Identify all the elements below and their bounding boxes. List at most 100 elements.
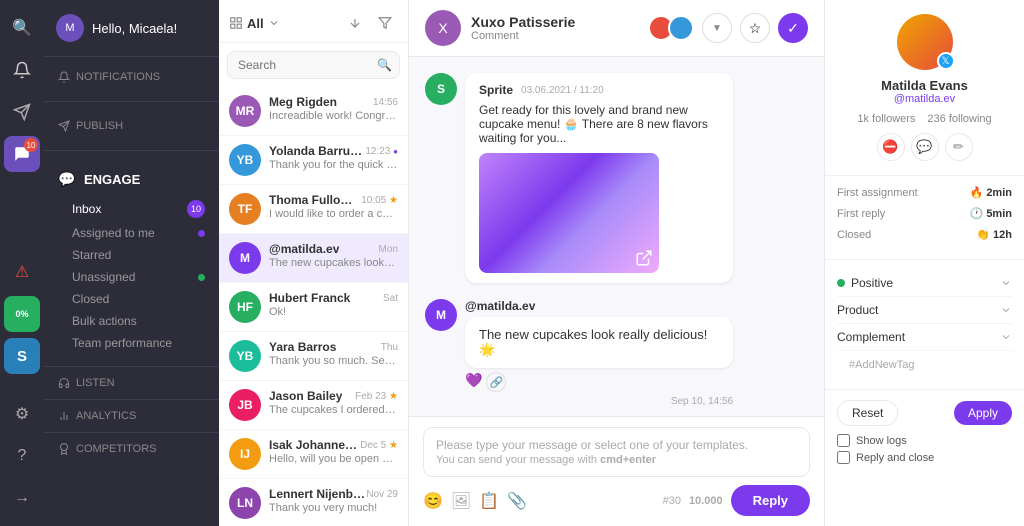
- conv-item[interactable]: HF Hubert FranckSat Ok!: [219, 283, 408, 332]
- conv-header-icons: [342, 10, 398, 36]
- tag-row-product[interactable]: Product: [837, 297, 1012, 324]
- nav-competitors-header[interactable]: COMPETITORS: [44, 437, 219, 461]
- conv-time: Nov 29: [366, 489, 398, 500]
- nav-bulk-actions[interactable]: Bulk actions: [44, 310, 219, 332]
- chevron-down-icon: [1000, 304, 1012, 316]
- profile-action-btn-3[interactable]: ✏: [945, 133, 973, 161]
- nav-unassigned[interactable]: Unassigned: [44, 266, 219, 288]
- nav-notifications-section: NOTIFICATIONS: [44, 57, 219, 97]
- conv-avatar: LN: [229, 487, 261, 519]
- header-avatar-2: [668, 15, 694, 41]
- image-icon[interactable]: 🖼: [451, 491, 471, 511]
- conv-item[interactable]: YB Yolanda Barrueco12:23 ● Thank you for…: [219, 136, 408, 185]
- help-icon[interactable]: ?: [4, 438, 40, 474]
- char-count: #30: [663, 495, 681, 507]
- conv-preview: Hello, will you be open during the holi.…: [269, 453, 398, 465]
- conv-time: Mon: [379, 244, 398, 255]
- nav-team-performance[interactable]: Team performance: [44, 332, 219, 354]
- conv-item[interactable]: IJ Isak JohannessenDec 5 ★ Hello, will y…: [219, 430, 408, 479]
- profile-action-btn-1[interactable]: ⛔: [877, 133, 905, 161]
- conv-filter-all[interactable]: All: [229, 16, 336, 31]
- tags-section: Positive Product Complement #AddNewTag: [825, 260, 1024, 390]
- conv-preview: I would like to order a chocolate cake..…: [269, 208, 398, 220]
- conv-item[interactable]: JB Jason BaileyFeb 23 ★ The cupcakes I o…: [219, 381, 408, 430]
- nav-analytics-header[interactable]: ANALYTICS: [44, 404, 219, 428]
- conv-item[interactable]: TF Thoma Fulloway10:05 ★ I would like to…: [219, 185, 408, 234]
- reaction-heart: 💜: [465, 372, 482, 392]
- conv-preview: Thank you very much!: [269, 502, 398, 514]
- sidebar-publish[interactable]: [4, 94, 40, 130]
- sidebar-s[interactable]: S: [4, 338, 40, 374]
- conv-list: MR Meg Rigden14:56 Increadible work! Con…: [219, 87, 408, 526]
- header-star-btn[interactable]: ☆: [740, 13, 770, 43]
- sidebar-notifications[interactable]: [4, 52, 40, 88]
- bulk-actions-label: Bulk actions: [72, 314, 137, 328]
- unassigned-dot: [198, 274, 205, 281]
- conv-name: Thoma Fulloway: [269, 193, 361, 207]
- template-icon[interactable]: 📋: [479, 491, 499, 511]
- sidebar-zero-badge[interactable]: 0%: [4, 296, 40, 332]
- conv-time: Feb 23 ★: [355, 391, 398, 402]
- nav-notifications-header[interactable]: NOTIFICATIONS: [44, 65, 219, 89]
- nav-closed[interactable]: Closed: [44, 288, 219, 310]
- profile-handle[interactable]: @matilda.ev: [894, 93, 955, 105]
- profile-twitter-badge: 𝕏: [937, 52, 955, 70]
- profile-actions: ⛔ 💬 ✏: [877, 133, 973, 161]
- nav-listen-header[interactable]: LISTEN: [44, 371, 219, 395]
- nav-inbox[interactable]: Inbox 10: [44, 196, 219, 222]
- settings-icon[interactable]: ⚙: [4, 396, 40, 432]
- profile-action-btn-2[interactable]: 💬: [911, 133, 939, 161]
- conv-item[interactable]: YB Yara BarrosThu Thank you so much. See…: [219, 332, 408, 381]
- apply-button[interactable]: Apply: [954, 401, 1012, 425]
- show-logs-checkbox[interactable]: [837, 434, 850, 447]
- expand-icon[interactable]: [635, 249, 653, 267]
- conv-time: Sat: [383, 293, 398, 304]
- chat-input-icons: 😊 🖼 📋 📎: [423, 491, 655, 511]
- conv-sort-icon[interactable]: [342, 10, 368, 36]
- reset-button[interactable]: Reset: [837, 400, 898, 426]
- attach-icon[interactable]: 📎: [507, 491, 527, 511]
- checkbox-reply-close[interactable]: Reply and close: [837, 451, 1012, 464]
- header-dropdown-btn[interactable]: ▼: [702, 13, 732, 43]
- msg-body: @matilda.ev The new cupcakes look really…: [465, 299, 733, 407]
- logout-icon[interactable]: →: [4, 480, 40, 516]
- conv-filter-icon[interactable]: [372, 10, 398, 36]
- search-icon: 🔍: [377, 58, 392, 72]
- tag-row-complement[interactable]: Complement: [837, 324, 1012, 351]
- reply-close-checkbox[interactable]: [837, 451, 850, 464]
- input-sub: You can send your message with cmd+enter: [436, 454, 797, 466]
- nav-engage-header[interactable]: 💬 ENGAGE: [44, 163, 219, 196]
- stats-section: First assignment 🔥 2min First reply 🕐 5m…: [825, 176, 1024, 260]
- team-performance-label: Team performance: [72, 336, 172, 350]
- tag-add[interactable]: #AddNewTag: [837, 351, 1012, 379]
- reply-button[interactable]: Reply: [731, 485, 810, 516]
- msg-timestamp: Sep 10, 14:56: [465, 396, 733, 407]
- conv-name: Lennert Nijenbijvan Si...: [269, 487, 366, 501]
- conv-avatar: TF: [229, 193, 261, 225]
- chat-input-footer: 😊 🖼 📋 📎 #30 10.000 Reply: [423, 485, 810, 516]
- profile-name: Matilda Evans: [881, 78, 968, 93]
- following-count: 236 following: [927, 113, 991, 125]
- conv-name: Jason Bailey: [269, 389, 342, 403]
- emoji-icon[interactable]: 😊: [423, 491, 443, 511]
- sidebar-alert[interactable]: ⚠: [4, 254, 40, 290]
- tag-row-positive[interactable]: Positive: [837, 270, 1012, 297]
- conv-avatar: HF: [229, 291, 261, 323]
- nav-assigned[interactable]: Assigned to me: [44, 222, 219, 244]
- chat-input-box[interactable]: Please type your message or select one o…: [423, 427, 810, 477]
- conv-item[interactable]: MR Meg Rigden14:56 Increadible work! Con…: [219, 87, 408, 136]
- nav-starred[interactable]: Starred: [44, 244, 219, 266]
- conv-content: Yara BarrosThu Thank you so much. See yo…: [269, 340, 398, 372]
- sidebar-search[interactable]: 🔍: [4, 10, 40, 46]
- sidebar-engage[interactable]: 10: [4, 136, 40, 172]
- search-input[interactable]: [227, 51, 400, 79]
- checkbox-show-logs[interactable]: Show logs: [837, 434, 1012, 447]
- chevron-down-icon: [1000, 277, 1012, 289]
- sidebar: 🔍 10 ⚠ 0% S ⚙ ? →: [0, 0, 44, 526]
- conv-item-active[interactable]: M @matilda.evMon The new cupcakes look r…: [219, 234, 408, 283]
- conv-preview: Ok!: [269, 306, 398, 318]
- header-check-btn[interactable]: ✓: [778, 13, 808, 43]
- nav-publish-header[interactable]: PUBLISH: [44, 114, 219, 138]
- stat-value-reply: 🕐 5min: [970, 207, 1012, 220]
- conv-item[interactable]: LN Lennert Nijenbijvan Si...Nov 29 Thank…: [219, 479, 408, 526]
